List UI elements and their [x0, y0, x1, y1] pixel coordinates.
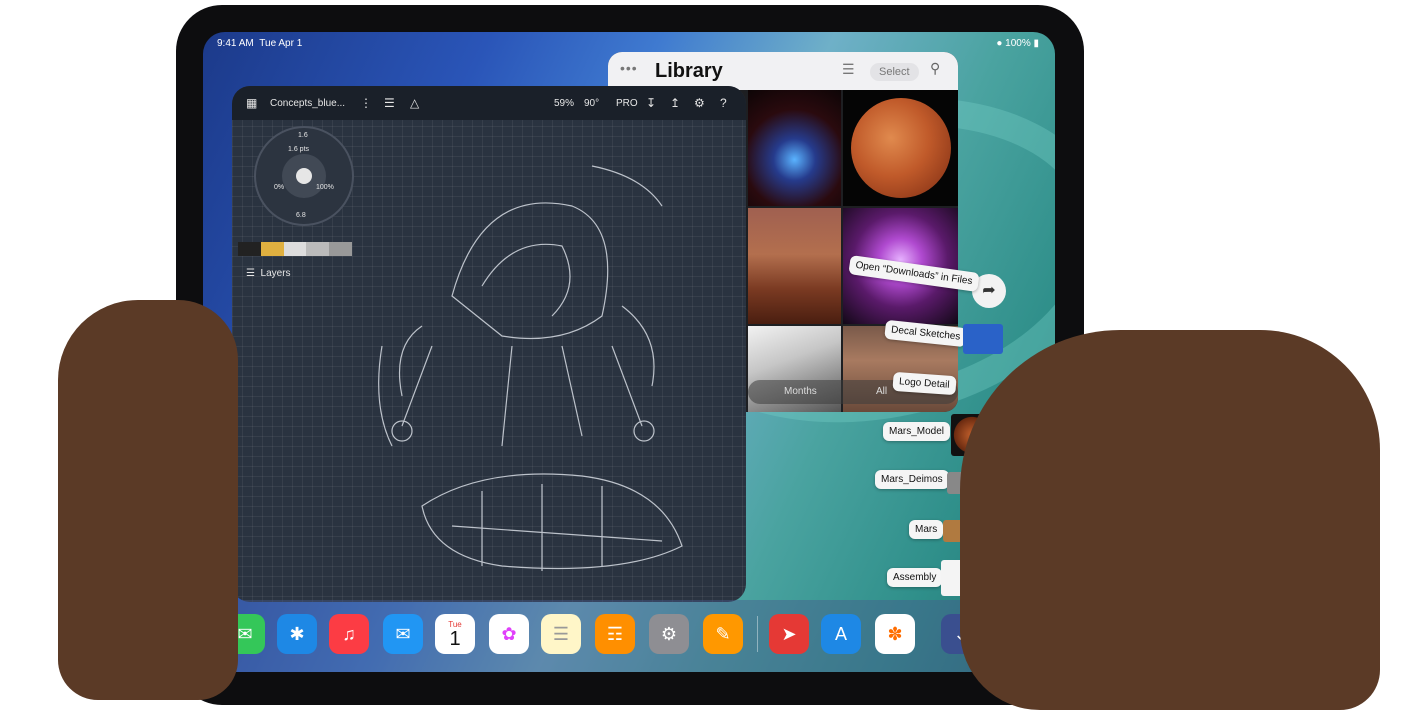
drag-mars-deimos[interactable]: Mars_Deimos [875, 470, 949, 489]
share-icon[interactable]: ↥ [670, 96, 680, 110]
color-dot [296, 168, 312, 184]
music-app-icon[interactable]: ♫ [329, 614, 369, 654]
concepts-window[interactable]: ▦ Concepts_blue... ⋮ ☰ △ 59% 90° PRO ↧ ↥… [232, 86, 746, 602]
thumb-decal-sketches [963, 324, 1003, 354]
import-icon[interactable]: ↧ [646, 96, 656, 110]
rocket-app-icon[interactable]: ➤ [769, 614, 809, 654]
color-preview[interactable] [282, 154, 326, 198]
photo-nebula[interactable] [748, 90, 841, 206]
gallery-icon[interactable]: ▦ [246, 96, 257, 110]
filter-icon[interactable]: ☰ [842, 61, 855, 78]
shapes-icon[interactable]: △ [410, 96, 419, 110]
brush-size-value: 1.6 [298, 132, 308, 139]
photos-app-icon[interactable]: ✿ [489, 614, 529, 654]
swatch-light[interactable] [283, 242, 307, 256]
layers-list-icon[interactable]: ☰ [384, 96, 395, 110]
concepts-app-icon[interactable]: ✽ [875, 614, 915, 654]
opacity-min: 0% [274, 184, 285, 191]
opacity-max: 100% [316, 184, 334, 191]
mail-app-icon[interactable]: ✉ [383, 614, 423, 654]
photo-mars-planet[interactable] [843, 90, 958, 206]
settings-app-icon[interactable]: ⚙ [649, 614, 689, 654]
robot-sketch [378, 165, 683, 571]
segment-months[interactable]: Months [784, 386, 817, 397]
brush-pts: 1.6 pts [288, 146, 310, 153]
left-hand [58, 300, 238, 700]
app-store-icon[interactable]: A [821, 614, 861, 654]
tool-wheel[interactable]: 1.6 1.6 pts 0% 100% 6.8 [254, 126, 354, 226]
settings-gear-icon[interactable]: ⚙ [694, 96, 705, 110]
safari-app-icon[interactable]: ✱ [277, 614, 317, 654]
photo-mars-landscape[interactable] [748, 208, 841, 324]
swatch-gray[interactable] [306, 242, 330, 256]
zoom-level[interactable]: 59% [554, 98, 574, 109]
select-button[interactable]: Select [870, 63, 919, 81]
drag-mars-model[interactable]: Mars_Model [883, 422, 951, 441]
calendar-app-icon[interactable]: Tue 1 [435, 614, 475, 654]
swatch-gold[interactable] [260, 242, 284, 256]
file-name[interactable]: Concepts_blue... [270, 98, 345, 109]
drag-assembly[interactable]: Assembly [887, 568, 943, 587]
library-title: Library [655, 60, 723, 82]
notes-app-icon[interactable]: ☰ [541, 614, 581, 654]
library-header: ••• Library ☰ Select ⚲ [608, 52, 958, 90]
window-menu-icon[interactable]: ••• [620, 60, 638, 76]
pages-app-icon[interactable]: ✎ [703, 614, 743, 654]
rotation-level[interactable]: 90° [584, 98, 599, 109]
swatch-dark-gray[interactable] [329, 242, 352, 256]
drag-mars[interactable]: Mars [909, 520, 944, 539]
books-app-icon[interactable]: ☶ [595, 614, 635, 654]
status-battery: ● 100% ▮ [996, 38, 1039, 49]
color-swatches[interactable] [238, 242, 352, 256]
swatch-black[interactable] [238, 242, 261, 256]
mars-planet-image [851, 98, 951, 198]
smoothing-value: 6.8 [296, 212, 306, 219]
dock-separator [757, 616, 758, 652]
status-time: 9:41 AM Tue Apr 1 [217, 38, 303, 49]
ipad-screen: 9:41 AM Tue Apr 1 ● 100% ▮ ••• Library ☰… [203, 32, 1055, 672]
dock: ✉ ✱ ♫ ✉ Tue1 ✿ ☰ ☶ ⚙ ✎ ➤ A ✽ ⌄ ▦ [203, 600, 1055, 672]
right-hand [960, 330, 1380, 710]
status-bar: 9:41 AM Tue Apr 1 ● 100% ▮ [203, 32, 1055, 52]
grid-icon[interactable]: ⋮ [360, 96, 372, 110]
segment-all[interactable]: All [876, 386, 887, 397]
calendar-date: 1 [449, 628, 461, 650]
layers-button[interactable]: ☰ Layers [246, 268, 291, 279]
concepts-toolbar: ▦ Concepts_blue... ⋮ ☰ △ 59% 90° PRO ↧ ↥… [232, 86, 746, 120]
search-icon[interactable]: ⚲ [930, 60, 940, 77]
help-icon[interactable]: ? [720, 96, 727, 110]
pro-badge[interactable]: PRO [616, 98, 638, 109]
